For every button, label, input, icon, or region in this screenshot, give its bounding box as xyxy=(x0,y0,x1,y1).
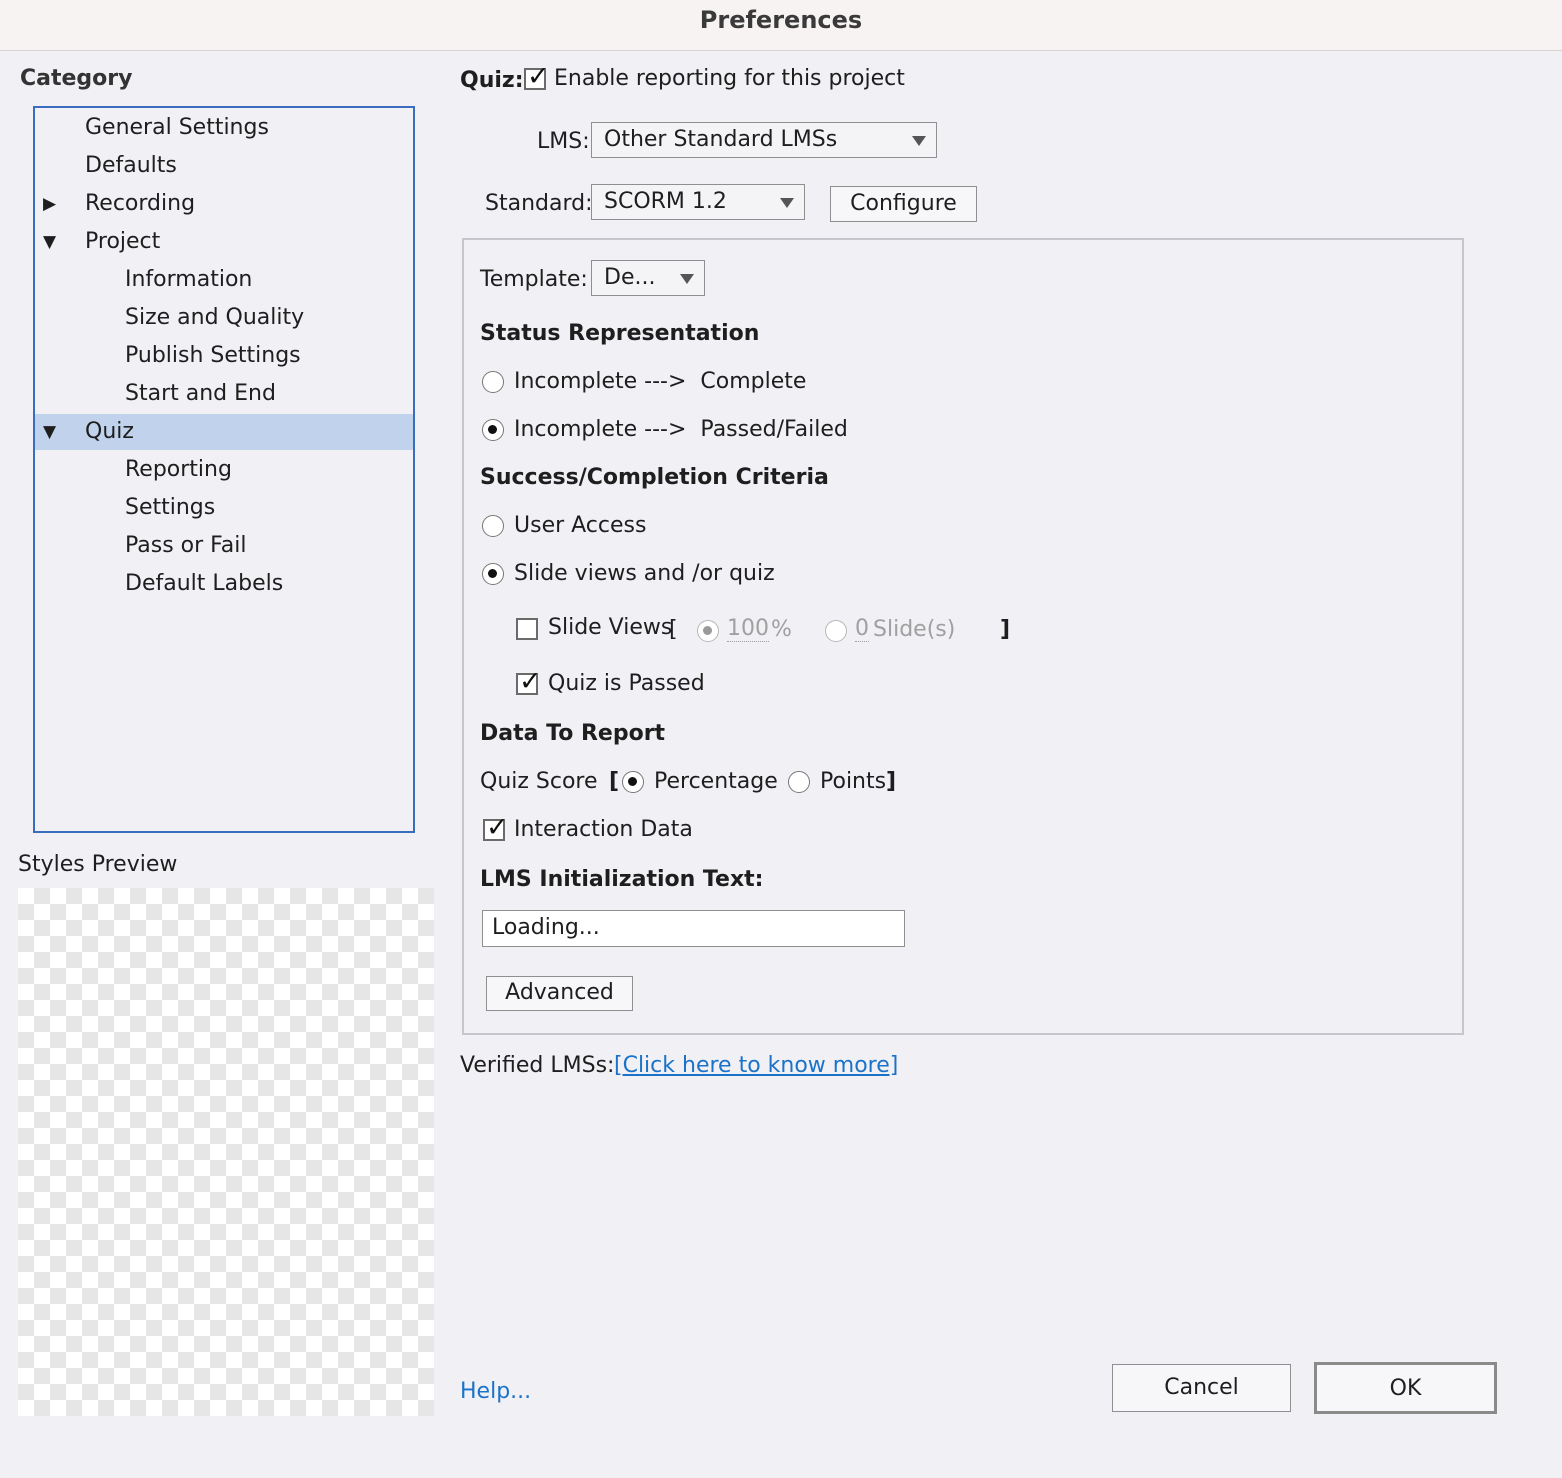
lms-label: LMS: xyxy=(537,129,590,154)
collapse-arrow-icon[interactable]: ▼ xyxy=(43,414,56,450)
quiz-passed-label: Quiz is Passed xyxy=(548,671,705,696)
standard-label: Standard: xyxy=(485,191,593,216)
tree-item-settings[interactable]: Settings xyxy=(35,490,413,526)
radio-selected-dot xyxy=(488,425,497,434)
tree-item-recording[interactable]: ▶ Recording xyxy=(35,186,413,222)
slide-views-close-bracket: ] xyxy=(1000,617,1011,642)
lms-dropdown[interactable]: Other Standard LMSs xyxy=(591,122,937,158)
checkmark-icon: ✓ xyxy=(527,61,550,92)
lms-init-text-field[interactable]: Loading... xyxy=(482,910,905,947)
checkmark-icon: ✓ xyxy=(519,666,542,697)
status-representation-heading: Status Representation xyxy=(480,321,760,346)
cancel-button[interactable]: Cancel xyxy=(1112,1364,1291,1412)
tree-item-publish-settings[interactable]: Publish Settings xyxy=(35,338,413,374)
tree-item-label: Pass or Fail xyxy=(125,533,247,558)
tree-item-start-and-end[interactable]: Start and End xyxy=(35,376,413,412)
interaction-data-checkbox[interactable]: ✓ xyxy=(483,813,509,843)
tree-item-project[interactable]: ▼ Project xyxy=(35,224,413,260)
points-label: Points xyxy=(820,769,887,794)
slide-count-radio[interactable] xyxy=(825,620,847,642)
styles-preview-area xyxy=(18,888,434,1416)
tree-item-general-settings[interactable]: General Settings xyxy=(35,110,413,146)
enable-reporting-label: Enable reporting for this project xyxy=(554,66,905,91)
percentage-label: Percentage xyxy=(654,769,778,794)
tree-item-label: Project xyxy=(85,229,161,254)
quiz-score-open-bracket: [ xyxy=(609,769,620,794)
verified-lms-link[interactable]: [Click here to know more] xyxy=(614,1053,898,1078)
category-label: Category xyxy=(20,66,133,91)
tree-item-defaults[interactable]: Defaults xyxy=(35,148,413,184)
lms-init-label: LMS Initialization Text: xyxy=(480,867,764,892)
enable-reporting-checkbox[interactable]: ✓ xyxy=(524,62,550,92)
help-link[interactable]: Help... xyxy=(460,1379,531,1404)
tree-item-size-and-quality[interactable]: Size and Quality xyxy=(35,300,413,336)
advanced-button[interactable]: Advanced xyxy=(486,976,633,1011)
verified-lms-label: Verified LMSs: xyxy=(460,1053,615,1078)
tree-item-label: Recording xyxy=(85,191,196,216)
template-label: Template: xyxy=(480,267,588,292)
user-access-label: User Access xyxy=(514,513,647,538)
slide-views-quiz-radio[interactable] xyxy=(482,563,504,585)
tree-item-default-labels[interactable]: Default Labels xyxy=(35,566,413,602)
radio-selected-dot xyxy=(628,777,637,786)
tree-item-label: Quiz xyxy=(85,419,134,444)
status-passed-failed-label: Incomplete ---> Passed/Failed xyxy=(514,417,848,442)
tree-item-reporting[interactable]: Reporting xyxy=(35,452,413,488)
status-complete-radio[interactable] xyxy=(482,371,504,393)
radio-selected-dot xyxy=(703,626,712,635)
template-dropdown[interactable]: De... xyxy=(591,260,705,296)
interaction-data-label: Interaction Data xyxy=(514,817,693,842)
tree-item-label: General Settings xyxy=(85,115,269,140)
dropdown-arrow-icon xyxy=(780,198,794,208)
slide-views-open-bracket: [ xyxy=(669,617,678,642)
tree-item-pass-or-fail[interactable]: Pass or Fail xyxy=(35,528,413,564)
slide-views-quiz-label: Slide views and /or quiz xyxy=(514,561,775,586)
slide-count-value[interactable]: 0 xyxy=(855,617,869,642)
dropdown-arrow-icon xyxy=(912,136,926,146)
quiz-score-label: Quiz Score xyxy=(480,769,598,794)
collapse-arrow-icon[interactable]: ▼ xyxy=(43,224,56,260)
percentage-radio[interactable] xyxy=(622,771,644,793)
expand-arrow-icon[interactable]: ▶ xyxy=(43,186,56,222)
radio-selected-dot xyxy=(488,569,497,578)
tree-item-label: Publish Settings xyxy=(125,343,301,368)
checkmark-icon: ✓ xyxy=(486,812,509,843)
tree-item-label: Settings xyxy=(125,495,216,520)
slide-count-unit: Slide(s) xyxy=(873,617,956,642)
quiz-section-label: Quiz: xyxy=(460,68,524,93)
tree-item-label: Default Labels xyxy=(125,571,284,596)
standard-dropdown-value: SCORM 1.2 xyxy=(604,189,727,214)
window-title: Preferences xyxy=(699,6,863,34)
tree-item-label: Start and End xyxy=(125,381,276,406)
slide-views-label: Slide Views xyxy=(548,615,673,640)
quiz-passed-checkbox[interactable]: ✓ xyxy=(516,667,542,697)
status-passed-failed-radio[interactable] xyxy=(482,419,504,441)
configure-button[interactable]: Configure xyxy=(830,186,977,222)
status-complete-label: Incomplete ---> Complete xyxy=(514,369,807,394)
slide-percent-radio[interactable] xyxy=(697,620,719,642)
standard-dropdown[interactable]: SCORM 1.2 xyxy=(591,184,805,220)
points-radio[interactable] xyxy=(788,771,810,793)
criteria-heading: Success/Completion Criteria xyxy=(480,465,829,490)
slide-views-checkbox[interactable] xyxy=(516,618,538,640)
tree-item-label: Reporting xyxy=(125,457,232,482)
quiz-score-close-bracket: ] xyxy=(886,769,897,794)
category-tree[interactable]: General Settings Defaults ▶ Recording ▼ … xyxy=(33,106,415,833)
tree-item-label: Information xyxy=(125,267,253,292)
slide-percent-value[interactable]: 100 xyxy=(727,617,769,642)
ok-button[interactable]: OK xyxy=(1314,1362,1497,1414)
styles-preview-label: Styles Preview xyxy=(18,852,178,877)
title-bar: Preferences xyxy=(0,0,1562,51)
tree-item-label: Size and Quality xyxy=(125,305,305,330)
tree-item-label: Defaults xyxy=(85,153,177,178)
tree-item-quiz[interactable]: ▼ Quiz xyxy=(35,414,413,450)
slide-percent-unit: % xyxy=(771,617,792,642)
lms-dropdown-value: Other Standard LMSs xyxy=(604,127,838,152)
dropdown-arrow-icon xyxy=(680,274,694,284)
user-access-radio[interactable] xyxy=(482,515,504,537)
data-to-report-heading: Data To Report xyxy=(480,721,666,746)
tree-item-information[interactable]: Information xyxy=(35,262,413,298)
template-dropdown-value: De... xyxy=(604,265,656,290)
